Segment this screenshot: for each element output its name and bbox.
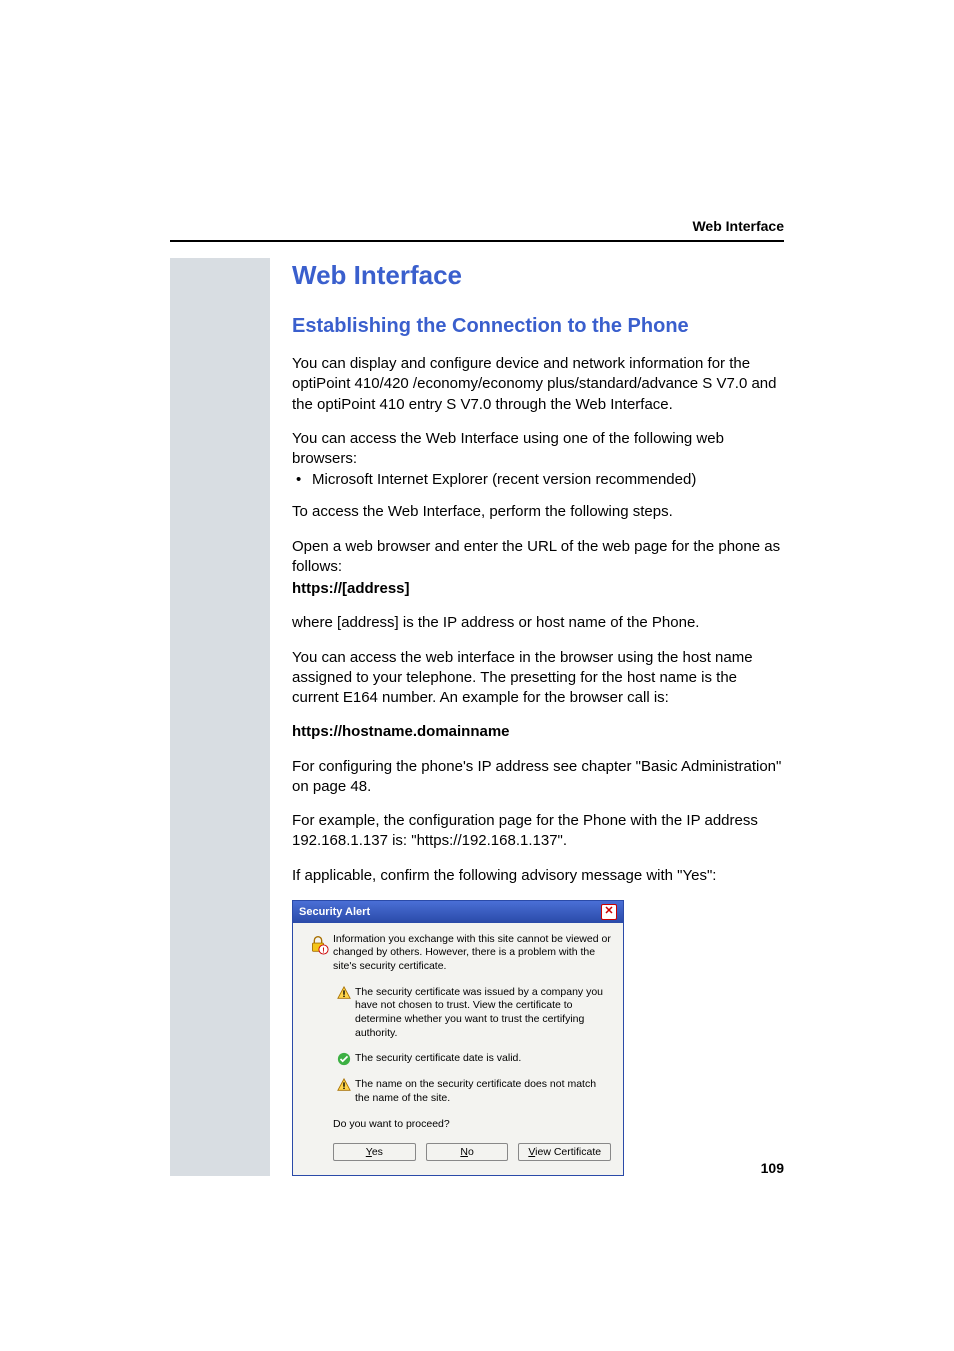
paragraph: For example, the configuration page for … <box>292 811 784 852</box>
dialog-title-text: Security Alert <box>299 906 370 918</box>
left-margin-bar <box>170 258 270 1176</box>
bullet-item: Microsoft Internet Explorer (recent vers… <box>292 471 784 488</box>
running-header: Web Interface <box>170 218 784 242</box>
section-title: Establishing the Connection to the Phone <box>292 315 784 338</box>
dialog-button-row: Yes No View Certificate <box>333 1143 611 1161</box>
page-title: Web Interface <box>292 260 784 291</box>
paragraph: Open a web browser and enter the URL of … <box>292 537 784 578</box>
paragraph: You can access the web interface in the … <box>292 648 784 709</box>
dialog-intro-text: Information you exchange with this site … <box>333 933 611 974</box>
url-example: https://[address] <box>292 579 784 599</box>
lock-warning-icon: ! <box>307 933 329 955</box>
warning-icon <box>337 1078 351 1092</box>
paragraph: You can access the Web Interface using o… <box>292 429 784 470</box>
svg-text:!: ! <box>322 945 324 954</box>
dialog-item-text: The security certificate was issued by a… <box>355 986 611 1041</box>
dialog-title-bar: Security Alert ✕ <box>293 901 623 923</box>
view-certificate-button[interactable]: View Certificate <box>518 1143 611 1161</box>
paragraph: If applicable, confirm the following adv… <box>292 866 784 886</box>
paragraph: For configuring the phone's IP address s… <box>292 757 784 798</box>
yes-button[interactable]: Yes <box>333 1143 416 1161</box>
paragraph: To access the Web Interface, perform the… <box>292 502 784 522</box>
check-icon <box>337 1052 351 1066</box>
dialog-item-text: The security certificate date is valid. <box>355 1052 611 1066</box>
close-icon[interactable]: ✕ <box>601 904 617 920</box>
page-number: 109 <box>761 1160 784 1176</box>
url-example: https://hostname.domainname <box>292 722 784 742</box>
main-content: Web Interface Establishing the Connectio… <box>292 258 784 1176</box>
no-button[interactable]: No <box>426 1143 509 1161</box>
security-alert-dialog: Security Alert ✕ ! Informa <box>292 900 624 1176</box>
dialog-item-text: The name on the security certificate doe… <box>355 1078 611 1105</box>
warning-icon <box>337 986 351 1000</box>
dialog-proceed-text: Do you want to proceed? <box>333 1118 611 1132</box>
paragraph: You can display and configure device and… <box>292 354 784 415</box>
paragraph: where [address] is the IP address or hos… <box>292 613 784 633</box>
